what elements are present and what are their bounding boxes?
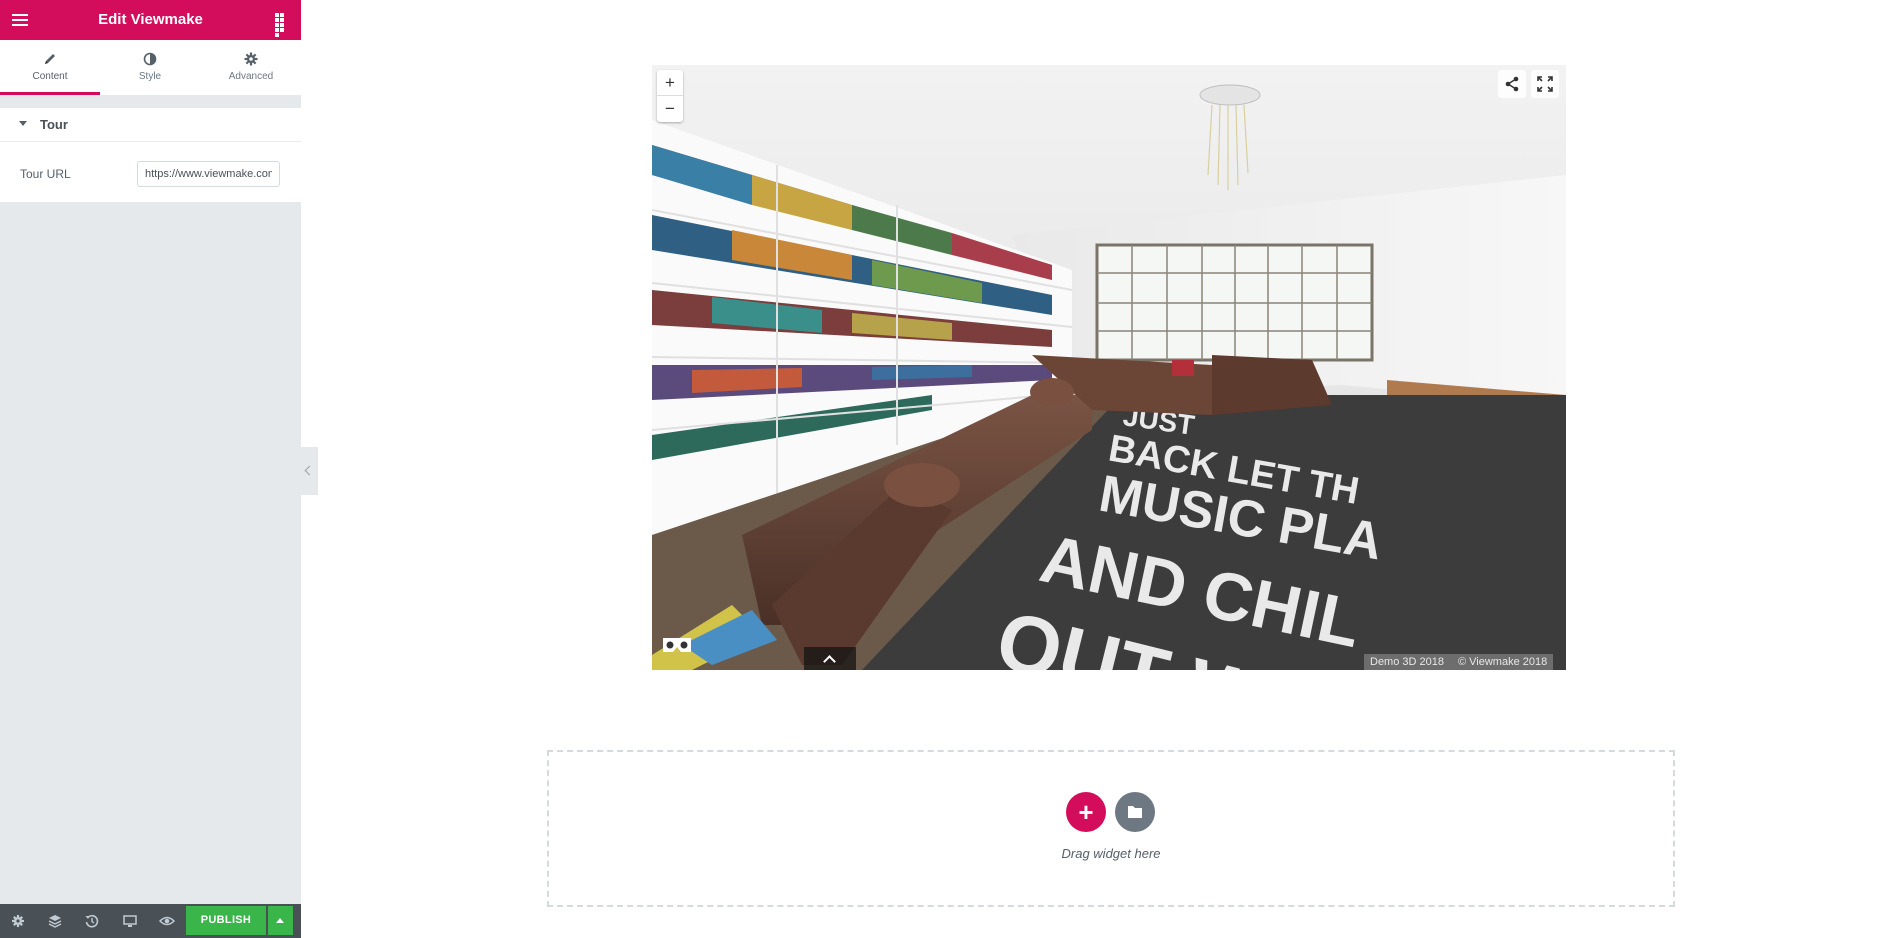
caret-up-icon bbox=[276, 918, 284, 923]
chevron-left-icon bbox=[304, 465, 315, 476]
caret-down-icon bbox=[19, 121, 27, 126]
tour-viewer[interactable]: JUST BACK LET TH MUSIC PLA AND CHIL OUT … bbox=[652, 65, 1566, 670]
credit-demo: Demo 3D 2018 bbox=[1370, 656, 1444, 668]
share-icon bbox=[1505, 76, 1519, 92]
panel-tabs: Content Style Advanced bbox=[0, 40, 301, 96]
panel-header: Edit Viewmake bbox=[0, 0, 301, 40]
tour-credits: Demo 3D 2018 © Viewmake 2018 bbox=[1364, 654, 1554, 670]
tour-section-title: Tour bbox=[40, 117, 68, 132]
preview-icon[interactable] bbox=[159, 913, 175, 929]
collapse-panel-toggle[interactable] bbox=[301, 447, 318, 495]
settings-icon[interactable] bbox=[10, 913, 26, 929]
add-section-button[interactable]: + bbox=[1066, 792, 1106, 832]
widgets-grid-icon[interactable] bbox=[275, 13, 289, 37]
half-circle-icon bbox=[143, 52, 157, 66]
drag-widget-hint: Drag widget here bbox=[1061, 846, 1161, 861]
tab-style-label: Style bbox=[138, 71, 162, 82]
panorama-image[interactable]: JUST BACK LET TH MUSIC PLA AND CHIL OUT … bbox=[652, 65, 1566, 670]
history-icon[interactable] bbox=[84, 913, 100, 929]
tab-advanced[interactable]: Advanced bbox=[201, 40, 301, 95]
tab-content[interactable]: Content bbox=[0, 40, 100, 95]
tour-url-input[interactable] bbox=[137, 161, 280, 187]
vr-headset-icon[interactable] bbox=[662, 635, 692, 655]
tour-section: Tour bbox=[0, 108, 301, 202]
template-library-button[interactable] bbox=[1115, 792, 1155, 832]
zoom-controls: + − bbox=[657, 70, 683, 122]
plus-icon: + bbox=[1078, 797, 1094, 827]
chevron-up-icon bbox=[823, 655, 836, 668]
zoom-out-button[interactable]: − bbox=[657, 96, 683, 122]
credit-viewmake: © Viewmake 2018 bbox=[1458, 656, 1548, 668]
publish-options-button[interactable] bbox=[268, 906, 293, 935]
fullscreen-icon bbox=[1537, 76, 1553, 92]
responsive-icon[interactable] bbox=[122, 913, 138, 929]
editor-panel: Edit Viewmake Content Style Advanced Tou… bbox=[0, 0, 301, 938]
zoom-in-button[interactable]: + bbox=[657, 70, 683, 96]
tab-content-label: Content bbox=[32, 71, 68, 82]
folder-icon bbox=[1128, 806, 1142, 818]
publish-button[interactable]: PUBLISH bbox=[186, 906, 266, 935]
pencil-icon bbox=[45, 54, 55, 64]
tour-section-header[interactable]: Tour bbox=[0, 108, 301, 142]
panel-title: Edit Viewmake bbox=[98, 11, 203, 28]
widget-drop-zone[interactable] bbox=[547, 750, 1675, 907]
tab-advanced-label: Advanced bbox=[228, 71, 274, 82]
tab-style[interactable]: Style bbox=[100, 40, 200, 95]
share-button[interactable] bbox=[1498, 70, 1526, 98]
gear-icon bbox=[244, 52, 258, 66]
navigator-icon[interactable] bbox=[47, 913, 63, 929]
thumbnails-toggle[interactable] bbox=[804, 647, 856, 670]
fullscreen-button[interactable] bbox=[1531, 70, 1559, 98]
tour-url-label: Tour URL bbox=[20, 167, 71, 181]
